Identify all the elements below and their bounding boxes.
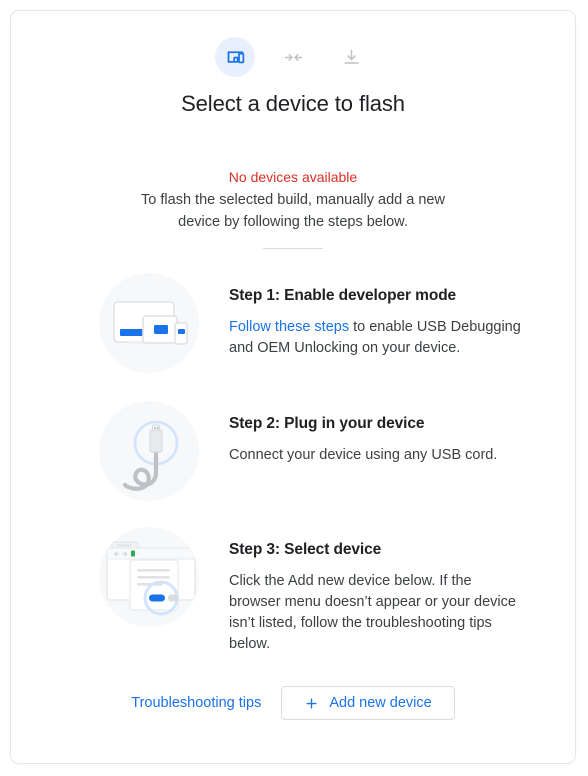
header-icon-row	[11, 37, 575, 77]
section-divider	[263, 248, 323, 249]
step-1-text: Follow these steps to enable USB Debuggi…	[229, 317, 525, 359]
browser-dialog-illustration	[99, 527, 199, 627]
status-description: To flash the selected build, manually ad…	[141, 192, 445, 230]
step-2-title: Step 2: Plug in your device	[229, 415, 425, 432]
devices-icon[interactable]	[215, 37, 255, 77]
troubleshooting-tips-link[interactable]: Troubleshooting tips	[131, 695, 261, 711]
download-icon[interactable]	[331, 37, 371, 77]
add-new-device-button[interactable]: Add new device	[281, 686, 455, 720]
step-3-body: Step 3: Select device Click the Add new …	[229, 527, 525, 655]
footer-actions: Troubleshooting tips Add new device	[11, 686, 575, 720]
step-1-body: Step 1: Enable developer mode Follow the…	[229, 273, 525, 359]
step-2: Step 2: Plug in your device Connect your…	[99, 401, 525, 501]
step-3: Step 3: Select device Click the Add new …	[99, 527, 525, 655]
step-3-text: Click the Add new device below. If the b…	[229, 573, 516, 652]
step-1-title: Step 1: Enable developer mode	[229, 287, 457, 304]
step-2-text: Connect your device using any USB cord.	[229, 447, 498, 463]
step-1: Step 1: Enable developer mode Follow the…	[99, 273, 525, 373]
add-new-device-label: Add new device	[329, 695, 432, 711]
plus-icon	[304, 696, 319, 711]
device-selection-card: Select a device to flash No devices avai…	[10, 10, 576, 764]
step-2-body: Step 2: Plug in your device Connect your…	[229, 401, 525, 466]
merge-arrows-icon[interactable]	[273, 37, 313, 77]
follow-these-steps-link[interactable]: Follow these steps	[229, 319, 349, 335]
page-title: Select a device to flash	[181, 91, 405, 116]
devices-illustration	[99, 273, 199, 373]
no-devices-message: No devices available	[228, 169, 358, 185]
step-3-title: Step 3: Select device	[229, 541, 382, 558]
usb-cable-illustration	[99, 401, 199, 501]
